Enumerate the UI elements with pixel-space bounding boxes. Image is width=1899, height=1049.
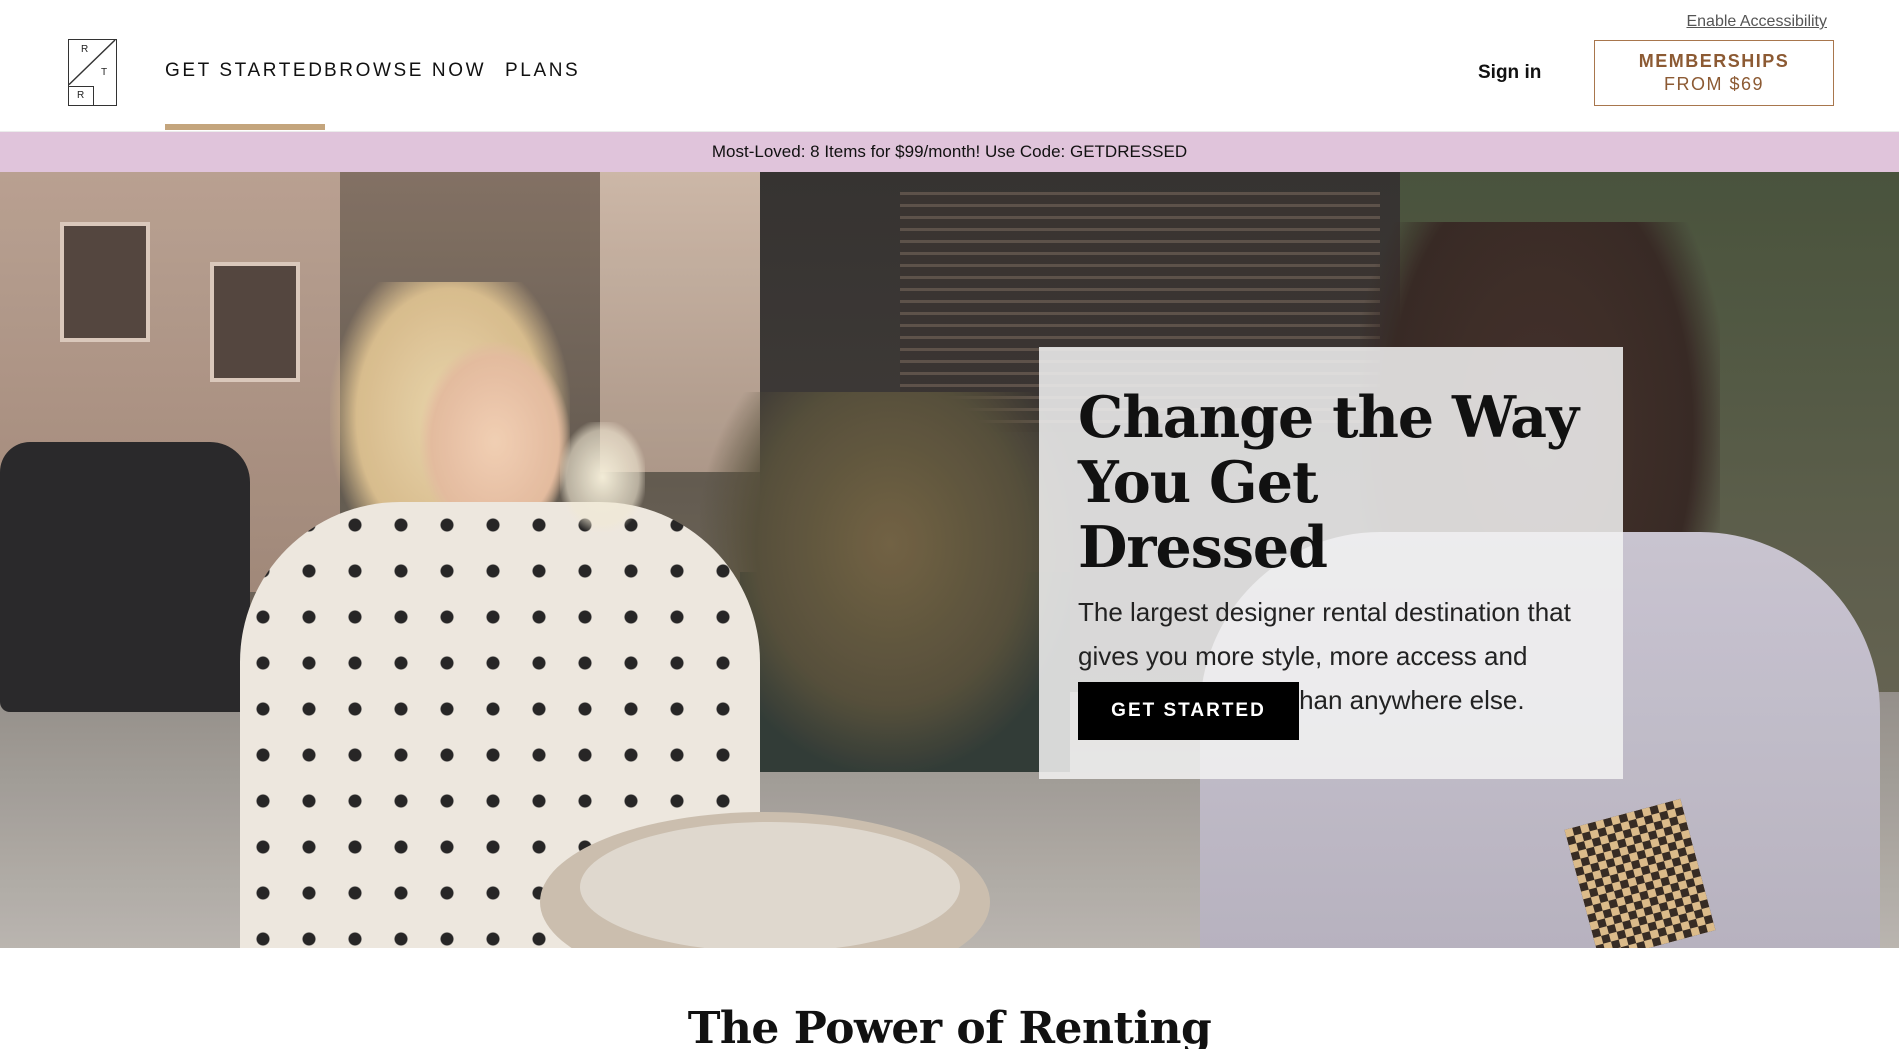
hero-get-started-button[interactable]: GET STARTED	[1078, 682, 1299, 740]
sign-in-link[interactable]: Sign in	[1478, 62, 1541, 84]
section-title: The Power of Renting	[687, 1003, 1212, 1049]
logo-letter-r-bottom: R	[77, 90, 85, 101]
hero-section: Change the Way You Get Dressed The large…	[0, 172, 1899, 948]
enable-accessibility-link[interactable]: Enable Accessibility	[1686, 13, 1827, 31]
logo-rule	[69, 86, 93, 87]
nav-browse-now[interactable]: BROWSE NOW	[324, 60, 486, 82]
hero-title: Change the Way You Get Dressed	[1078, 385, 1583, 580]
hero-title-line-1: Change the Way	[1078, 384, 1579, 451]
memberships-label: MEMBERSHIPS	[1638, 51, 1790, 71]
hero-title-line-2: You Get Dressed	[1078, 449, 1328, 581]
rtr-logo[interactable]: R T R	[68, 39, 117, 106]
site-header: R T R GET STARTED BROWSE NOW PLANS Enabl…	[0, 0, 1899, 132]
logo-letter-r-top: R	[81, 44, 89, 55]
logo-rule	[93, 86, 94, 106]
logo-letter-t: T	[101, 67, 108, 78]
nav-plans[interactable]: PLANS	[505, 60, 580, 82]
memberships-button[interactable]: MEMBERSHIPS FROM $69	[1594, 40, 1834, 106]
memberships-price: FROM $69	[1663, 74, 1765, 94]
hero-card: Change the Way You Get Dressed The large…	[1039, 347, 1623, 779]
nav-get-started[interactable]: GET STARTED	[165, 60, 325, 130]
promo-banner[interactable]: Most-Loved: 8 Items for $99/month! Use C…	[0, 132, 1899, 172]
